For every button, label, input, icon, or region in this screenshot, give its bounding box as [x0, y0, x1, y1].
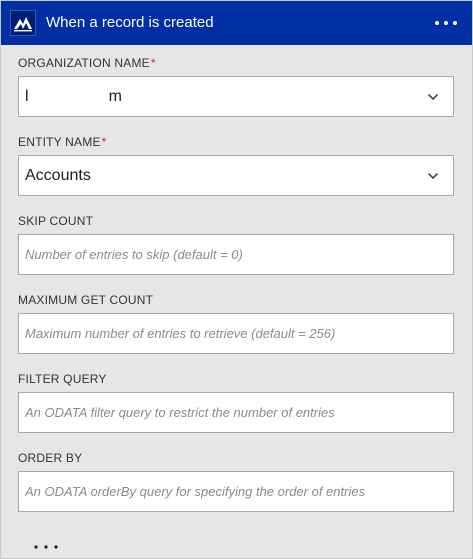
- dynamics-crm-logo-icon: [10, 10, 36, 36]
- entity-name-label-text: ENTITY NAME: [18, 135, 101, 149]
- entity-name-value: Accounts: [25, 167, 91, 184]
- required-marker: *: [101, 135, 107, 149]
- filter-query-field[interactable]: [18, 392, 454, 433]
- organization-name-label: ORGANIZATION NAME*: [18, 56, 156, 70]
- maximum-get-count-field[interactable]: [18, 313, 454, 354]
- maximum-get-count-label: MAXIMUM GET COUNT: [18, 293, 154, 307]
- more-options-icon[interactable]: [33, 538, 59, 549]
- maximum-get-count-input[interactable]: [19, 314, 453, 353]
- order-by-label: ORDER BY: [18, 451, 83, 465]
- chevron-down-icon[interactable]: [427, 170, 439, 182]
- chevron-down-icon[interactable]: [427, 91, 439, 103]
- required-marker: *: [150, 56, 156, 70]
- organization-name-value: l m: [25, 88, 122, 105]
- skip-count-input[interactable]: [19, 235, 453, 274]
- entity-name-label: ENTITY NAME*: [18, 135, 107, 149]
- trigger-card: When a record is created ORGANIZATION NA…: [0, 0, 473, 559]
- filter-query-label: FILTER QUERY: [18, 372, 107, 386]
- skip-count-field[interactable]: [18, 234, 454, 275]
- filter-query-input[interactable]: [19, 393, 453, 432]
- organization-name-dropdown[interactable]: l m: [18, 76, 454, 117]
- order-by-input[interactable]: [19, 472, 453, 511]
- skip-count-label: SKIP COUNT: [18, 214, 94, 228]
- entity-name-dropdown[interactable]: Accounts: [18, 155, 454, 196]
- card-header[interactable]: When a record is created: [1, 1, 472, 45]
- more-horizontal-icon[interactable]: [434, 14, 458, 32]
- organization-name-label-text: ORGANIZATION NAME: [18, 56, 150, 70]
- card-title: When a record is created: [46, 14, 214, 31]
- order-by-field[interactable]: [18, 471, 454, 512]
